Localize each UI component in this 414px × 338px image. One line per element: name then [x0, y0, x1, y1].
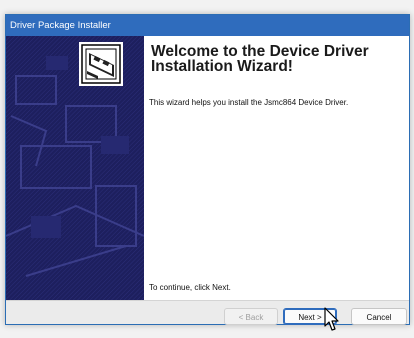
- title-bar: Driver Package Installer: [6, 15, 409, 36]
- mouse-pointer-icon: [324, 307, 339, 331]
- cancel-button[interactable]: Cancel: [351, 308, 407, 325]
- banner-artwork: [6, 36, 144, 300]
- intro-text: This wizard helps you install the Jsmc86…: [149, 98, 349, 107]
- window-title: Driver Package Installer: [10, 20, 111, 31]
- page-title: Welcome to the Device Driver Installatio…: [151, 43, 369, 75]
- installer-window: Driver Package Installer Welcome to the …: [5, 14, 410, 325]
- button-bar: < Back Next > Cancel: [6, 300, 409, 325]
- driver-install-icon: [79, 42, 123, 86]
- content-area: Welcome to the Device Driver Installatio…: [144, 36, 409, 300]
- continue-hint: To continue, click Next.: [149, 283, 231, 292]
- back-button[interactable]: < Back: [224, 308, 278, 325]
- side-banner: [6, 36, 144, 300]
